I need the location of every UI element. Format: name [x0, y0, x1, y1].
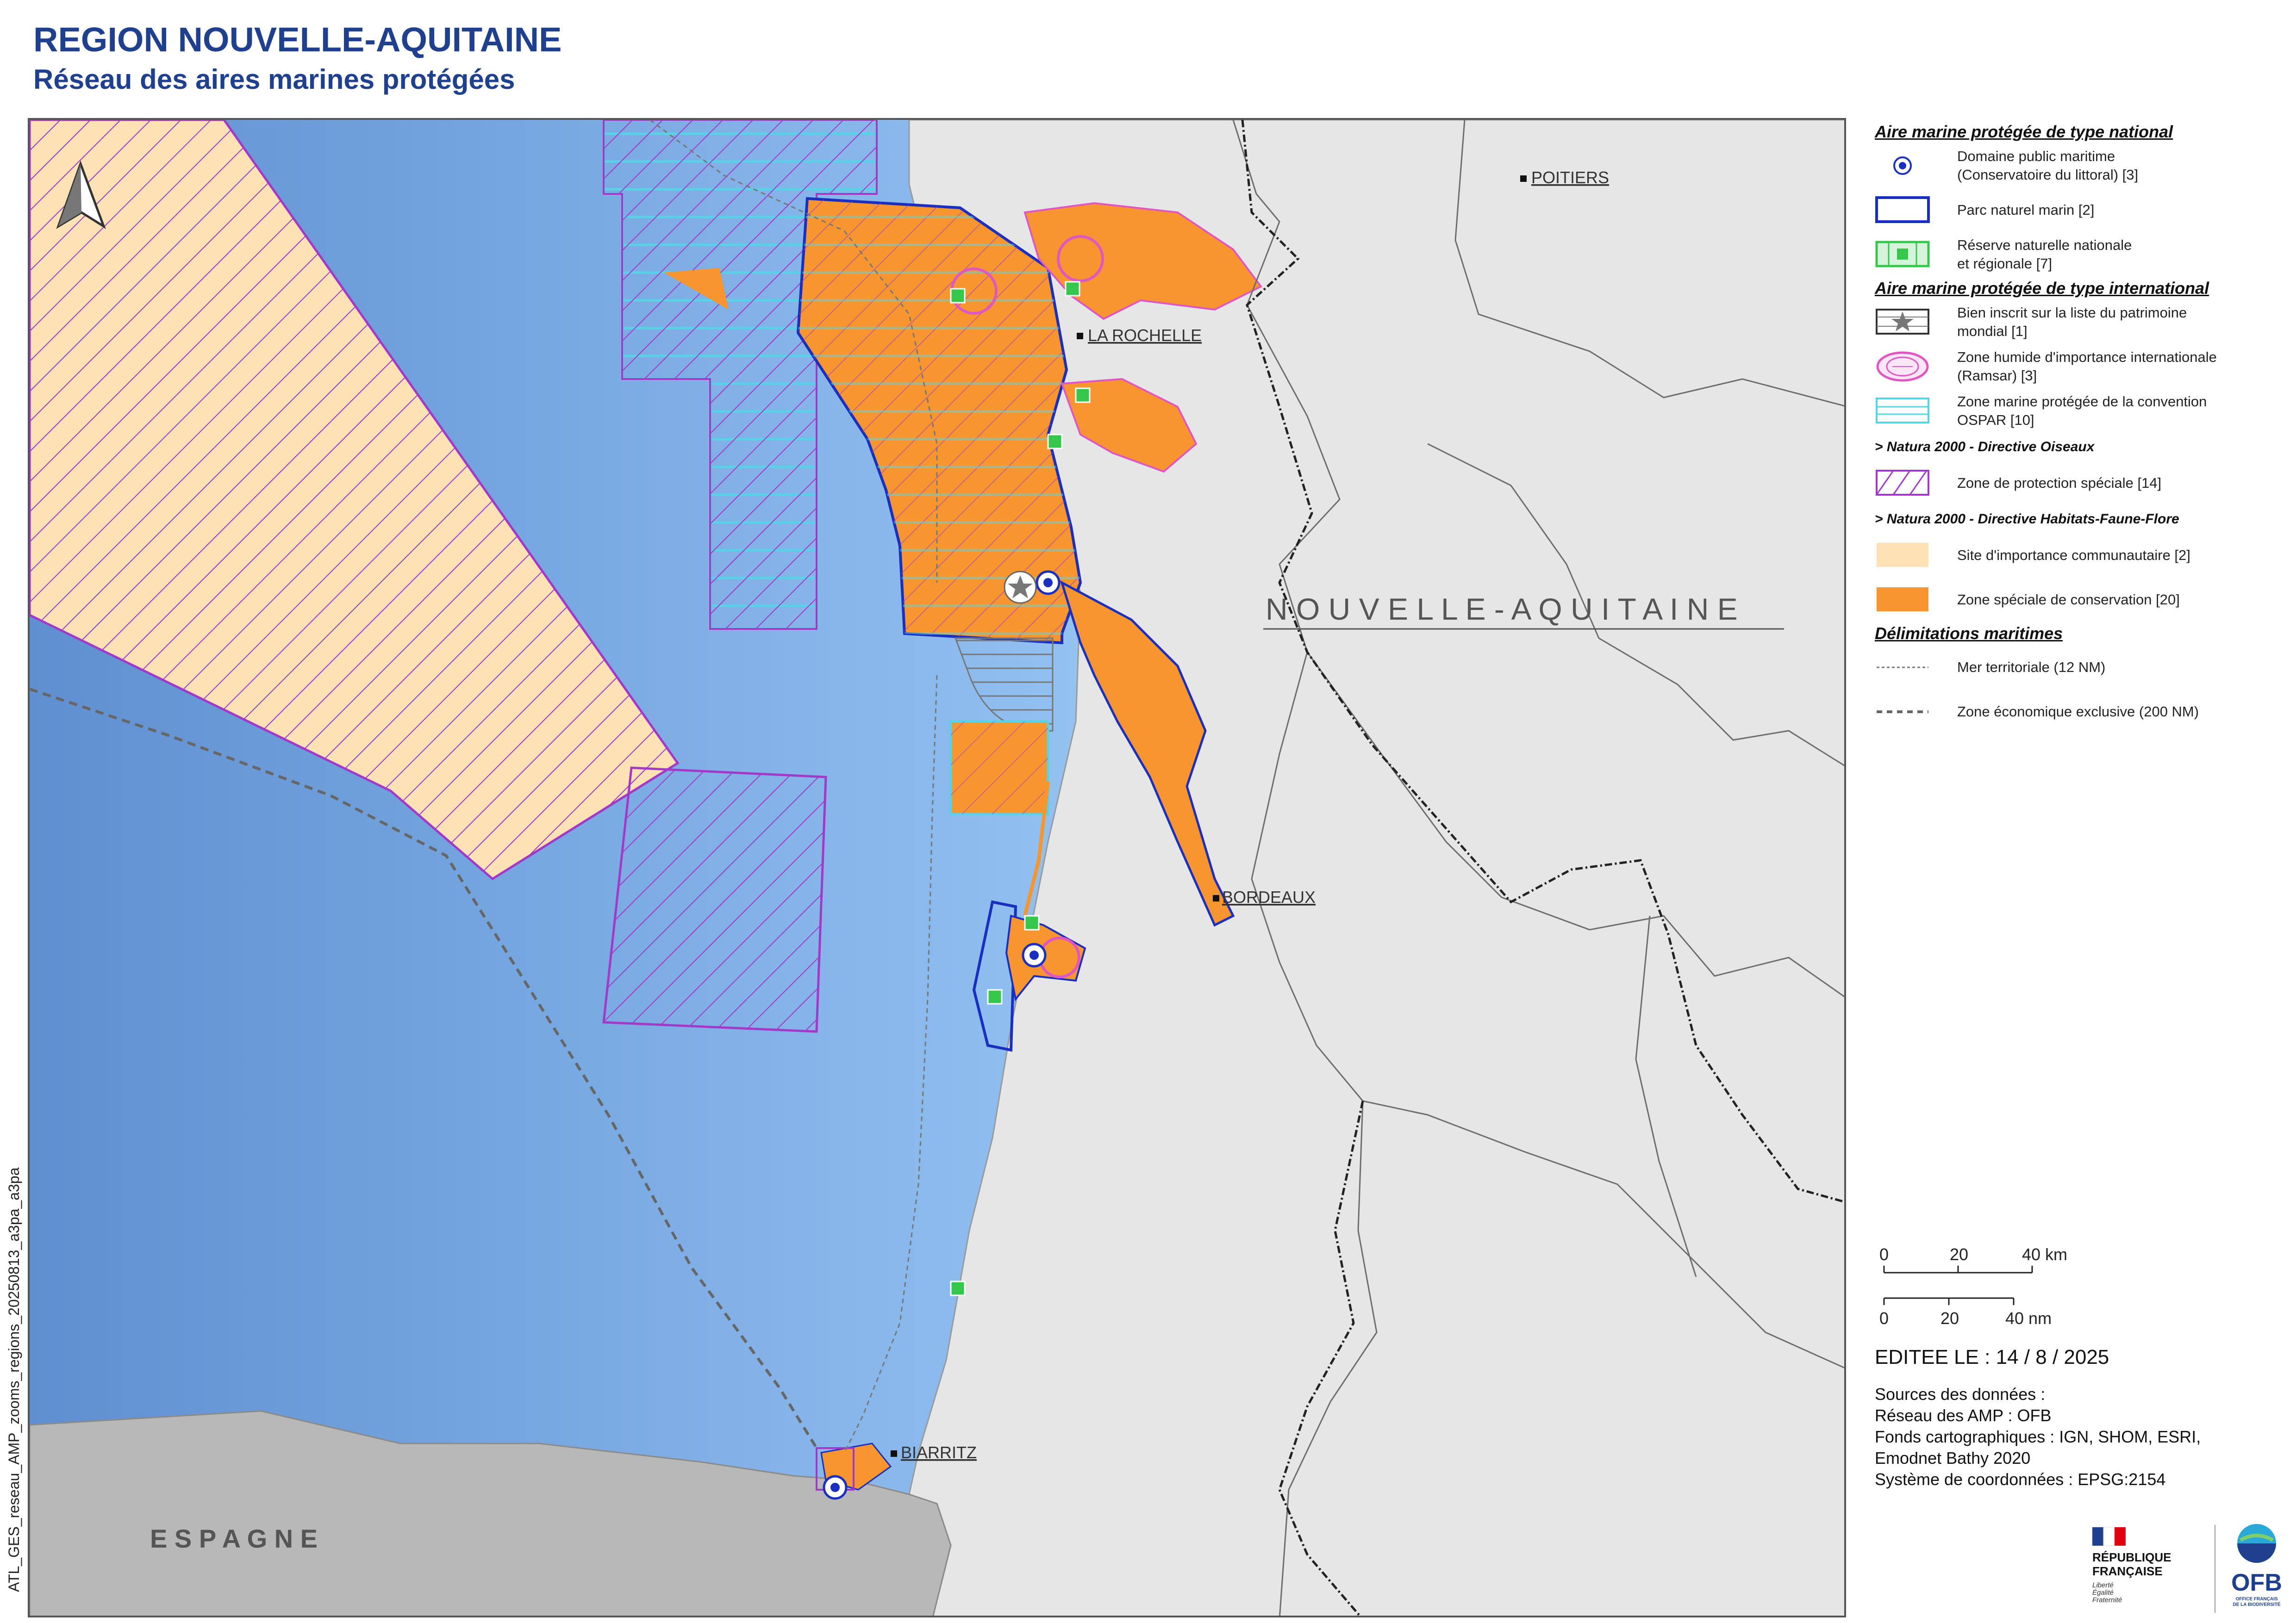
ofb-sub-line: OFFICE FRANÇAIS [2235, 1597, 2278, 1602]
legend-text: Zone spéciale de conservation [20] [1957, 591, 2180, 608]
legend-text: Réserve naturelle nationale [1957, 237, 2132, 253]
rf-motto-line: Égalité [2092, 1589, 2114, 1597]
legend-row-sic: Site d'importance communautaire [2] [1875, 533, 2282, 578]
dpm-dot-icon [1875, 149, 1930, 182]
label-poitiers: POITIERS [1531, 168, 1609, 187]
source-line: Sources des données : [1875, 1385, 2046, 1404]
scale-km-0: 0 [1879, 1245, 1889, 1264]
legend-heading-oiseaux: > Natura 2000 - Directive Oiseaux [1875, 439, 2095, 454]
zps-square-mid [951, 721, 1048, 814]
label-espagne: E S P A G N E [150, 1524, 318, 1553]
source-line: Emodnet Bathy 2020 [1875, 1449, 2031, 1468]
scale-km-40: 40 km [2022, 1245, 2068, 1264]
legend-text: Site d'importance communautaire [2] [1957, 547, 2190, 563]
legend-row-ramsar: Zone humide d'importance internationale … [1875, 344, 2282, 389]
legend-text: mondial [1] [1957, 323, 2028, 339]
map-frame[interactable]: POITIERS LA ROCHELLE BORDEAUX BIARRITZ N… [28, 118, 1846, 1617]
city-marker-bordeaux [1213, 895, 1219, 902]
legend-row-heritage: Bien inscrit sur la liste du patrimoine … [1875, 300, 2282, 344]
flag-blue [2092, 1527, 2103, 1546]
legend-text: (Conservatoire du littoral) [3] [1957, 167, 2139, 183]
scale-nm-0: 0 [1879, 1309, 1889, 1328]
source-line: Système de coordonnées : EPSG:2154 [1875, 1470, 2166, 1489]
rf-logo-text: RÉPUBLIQUE FRANÇAISE [2092, 1550, 2171, 1578]
rf-line: RÉPUBLIQUE [2092, 1550, 2171, 1564]
legend-row-ospar: Zone marine protégée de la convention OS… [1875, 389, 2282, 433]
zps-icon [1875, 467, 1930, 499]
territorial-line-icon [1875, 651, 1930, 684]
legend-row-dpm: Domaine public maritime (Conservatoire d… [1875, 143, 2282, 188]
scale-km-20: 20 [1950, 1245, 1969, 1264]
ofb-logo-text: OFB [2231, 1569, 2282, 1596]
zee-line-icon [1875, 696, 1930, 728]
legend-heading-international: Aire marine protégée de type internation… [1875, 279, 2209, 298]
label-biarritz: BIARRITZ [901, 1443, 977, 1462]
source-line: Fonds cartographiques : IGN, SHOM, ESRI, [1875, 1427, 2201, 1446]
legend-text: Zone de protection spéciale [14] [1957, 475, 2162, 491]
legend-text: OSPAR [10] [1957, 412, 2034, 428]
legend-heading-delim: Délimitations maritimes [1875, 624, 2063, 643]
source-line: Réseau des AMP : OFB [1875, 1406, 2052, 1425]
flag-red [2115, 1527, 2126, 1546]
legend-heading-national: Aire marine protégée de type national [1875, 122, 2173, 141]
scale-nm-20: 20 [1940, 1309, 1959, 1328]
rf-motto: Liberté Égalité Fraternité [2092, 1582, 2122, 1604]
legend-heading-habitats: > Natura 2000 - Directive Habitats-Faune… [1875, 511, 2179, 527]
legend-text: Bien inscrit sur la liste du patrimoine [1957, 305, 2187, 321]
legend-text: Zone économique exclusive (200 NM) [1957, 703, 2199, 720]
logos: RÉPUBLIQUE FRANÇAISE Liberté Égalité Fra… [2092, 1523, 2291, 1615]
legend-row-zps: Zone de protection spéciale [14] [1875, 461, 2282, 505]
legend-row-reserve: Réserve naturelle nationale et régionale… [1875, 232, 2282, 277]
city-marker-la-rochelle [1077, 333, 1083, 339]
ospar-icon [1875, 395, 1930, 427]
map-subtitle: Réseau des aires marines protégées [33, 64, 515, 95]
legend-text: Parc naturel marin [2] [1957, 202, 2095, 218]
ofb-subtitle: OFFICE FRANÇAIS DE LA BIODIVERSITÉ [2222, 1597, 2291, 1608]
legend-text: Mer territoriale (12 NM) [1957, 659, 2106, 675]
scale-nm-40: 40 nm [2005, 1309, 2052, 1328]
scale-bar: 0 20 40 km 0 20 40 nm [1875, 1245, 2106, 1328]
legend: Aire marine protégée de type national Do… [1875, 120, 2282, 734]
title-block: REGION NOUVELLE-AQUITAINE Réseau des air… [33, 19, 562, 98]
legend-text: et régionale [7] [1957, 255, 2053, 272]
label-bordeaux: BORDEAUX [1222, 888, 1316, 907]
zps-square [602, 766, 827, 1033]
ofb-sub-line: DE LA BIODIVERSITÉ [2233, 1602, 2281, 1607]
rf-line: FRANÇAISE [2092, 1564, 2163, 1578]
map-canvas: POITIERS LA ROCHELLE BORDEAUX BIARRITZ N… [30, 120, 1844, 1616]
legend-row-zee: Zone économique exclusive (200 NM) [1875, 690, 2282, 734]
heritage-star-marker [1004, 571, 1037, 604]
rf-motto-line: Fraternité [2092, 1596, 2122, 1604]
ramsar-icon [1875, 350, 1930, 383]
city-marker-poitiers [1520, 175, 1527, 182]
label-region: N O U V E L L E - A Q U I T A I N E [1266, 592, 1738, 626]
rf-motto-line: Liberté [2092, 1581, 2114, 1589]
file-reference: ATL_GES_reseau_AMP_zooms_regions_2025081… [6, 1167, 22, 1592]
star-icon [1875, 306, 1930, 338]
sources: Sources des données : Réseau des AMP : O… [1875, 1384, 2201, 1490]
legend-row-parc-marin: Parc naturel marin [2] [1875, 188, 2282, 232]
label-la-rochelle: LA ROCHELLE [1088, 326, 1202, 345]
legend-text: Domaine public maritime [1957, 148, 2115, 164]
zsc-icon [1875, 584, 1930, 616]
sic-icon [1875, 539, 1930, 572]
legend-text: (Ramsar) [3] [1957, 367, 2037, 384]
flag-white [2103, 1527, 2115, 1546]
legend-text: Zone marine protégée de la convention [1957, 393, 2207, 410]
reserve-icon [1875, 238, 1930, 271]
map-title: REGION NOUVELLE-AQUITAINE [33, 20, 562, 59]
city-marker-biarritz [891, 1450, 897, 1457]
legend-row-zsc: Zone spéciale de conservation [20] [1875, 578, 2282, 622]
parc-marin-icon [1875, 194, 1930, 226]
legend-row-territorial: Mer territoriale (12 NM) [1875, 645, 2282, 690]
edition-date: EDITEE LE : 14 / 8 / 2025 [1875, 1346, 2109, 1368]
legend-text: Zone humide d'importance internationale [1957, 349, 2217, 365]
